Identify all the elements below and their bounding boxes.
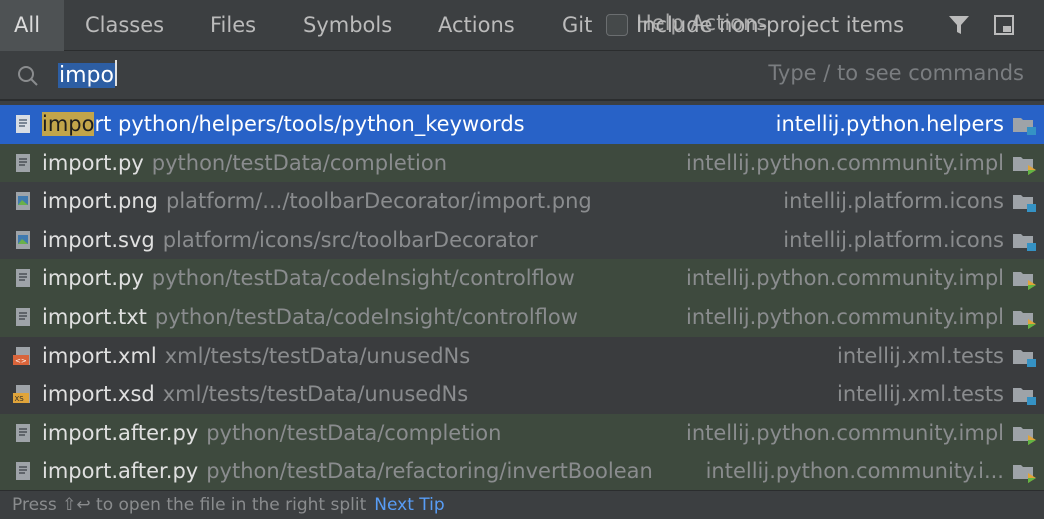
result-path: python/testData/codeInsight/controlflow [154,304,578,329]
test-folder-icon [1013,310,1036,329]
result-module: intellij.python.community.i... [705,459,1004,484]
image-file-icon [16,192,30,211]
result-module: intellij.platform.icons [783,189,1004,214]
tab-label: Files [210,13,257,37]
text-file-icon [16,423,30,442]
result-label: import.py python/testData/completion [42,144,447,182]
tab-files[interactable]: Files [210,0,256,51]
tab-label: Classes [85,13,165,37]
result-row[interactable]: <> import.xml xml/tests/testData/unusedNs i… [0,336,1044,376]
next-tip-link[interactable]: Next Tip [374,495,444,515]
tab-label: Actions [438,13,515,37]
tab-label: Symbols [303,13,393,37]
result-module: intellij.python.community.impl [685,266,1004,291]
result-row[interactable]: import.py python/testData/codeInsight/con… [0,259,1044,298]
module-folder-icon [1013,118,1036,135]
result-path: python/testData/codeInsight/controlflow [151,266,575,291]
result-file-name: import.after.py [42,459,199,484]
module-folder-icon [1013,195,1036,213]
result-file-name: import.txt [42,304,147,329]
result-label: import.xsd xml/tests/testData/unusedNs [42,375,468,413]
result-path: python/testData/completion [151,150,448,175]
result-path: xml/tests/testData/unusedNs [164,343,471,368]
result-row[interactable]: import.png platform/.../toolbarDecorator/… [0,182,1044,221]
xsd-file-icon: XS [13,385,30,404]
module-folder-icon [1013,388,1036,406]
result-file-name: import.xml [42,343,157,368]
result-path: python/testData/refactoring/invertBoolea… [206,459,653,484]
result-path: platform/icons/src/toolbarDecorator [162,227,538,252]
result-module: intellij.xml.tests [837,382,1004,407]
result-label: import.after.py python/testData/completio… [42,414,501,452]
search-hint: Type / to see commands [768,61,1024,85]
result-row[interactable]: XS import.xsd xml/tests/testData/unusedNs i… [0,375,1044,414]
result-row[interactable]: import.after.py python/testData/refactori… [0,452,1044,491]
tab-bar: All Classes Files Symbols Actions Git In… [0,0,1044,51]
result-file-name: import.py [42,266,144,291]
result-module: intellij.xml.tests [837,343,1004,368]
svg-text:<>: <> [15,357,27,365]
result-label: import.svg platform/icons/src/toolbarDeco… [42,221,538,259]
result-label: import.xml xml/tests/testData/unusedNs [42,337,470,375]
tab-all[interactable]: All [0,0,64,51]
svg-text:XS: XS [15,395,25,403]
module-folder-icon [1013,233,1036,251]
result-module: intellij.platform.icons [783,227,1004,252]
text-file-icon [16,307,30,326]
result-path: xml/tests/testData/unusedNs [162,382,469,407]
test-folder-icon [1013,156,1036,175]
result-path: platform/.../toolbarDecorator/import.png [165,189,592,214]
search-selected-text: impo [58,63,115,88]
search-input[interactable]: impo [58,60,117,92]
python-file-icon [16,115,30,133]
result-name-rest: rt python/helpers/tools/python_keywords [94,112,525,136]
result-row[interactable]: import.py python/testData/completion intel… [0,143,1044,183]
text-caret [114,60,117,86]
result-label: import.png platform/.../toolbarDecorator/… [42,182,592,220]
result-row[interactable]: import.txt python/testData/codeInsight/co… [0,297,1044,337]
result-label: import.txt python/testData/codeInsight/co… [42,298,578,336]
result-label: import.py python/testData/codeInsight/con… [42,259,575,297]
result-module: intellij.python.helpers [775,112,1004,136]
result-label: import.after.py python/testData/refactori… [42,452,653,490]
result-module: intellij.python.community.impl [685,150,1004,175]
result-file-name: import.py [42,150,144,175]
result-file-name: import.png [42,189,158,214]
tab-classes[interactable]: Classes [85,0,164,51]
match-highlight: impo [42,112,95,136]
xml-file-icon: <> [13,346,30,365]
search-bar: impo Type / to see commands [0,51,1044,101]
results-list: import python/helpers/tools/python_keywo… [0,105,1044,491]
test-folder-icon [1013,272,1036,291]
search-icon [18,66,38,86]
test-folder-icon [1013,465,1036,484]
tab-git[interactable]: Git [562,0,592,51]
result-file-name: import.svg [42,227,155,252]
tab-label: All [14,13,41,37]
result-module: intellij.python.community.impl [685,304,1004,329]
result-row[interactable]: import.after.py python/testData/completio… [0,413,1044,453]
result-path: python/testData/completion [206,420,502,445]
footer-bar: Press ⇧↩ to open the file in the right s… [0,490,1044,519]
include-non-project-checkbox[interactable] [606,14,628,36]
result-file-name: import.xsd [42,382,155,407]
open-in-window-icon[interactable] [992,13,1016,37]
result-label: import python/helpers/tools/python_keywo… [42,105,525,143]
tab-label: Git [562,13,593,37]
footer-hint: Press ⇧↩ to open the file in the right s… [12,495,367,515]
help-actions-label: Help Actions [636,11,768,35]
result-file-name: import.after.py [42,420,199,445]
tab-actions[interactable]: Actions [438,0,515,51]
test-folder-icon [1013,426,1036,445]
result-row[interactable]: import python/helpers/tools/python_keywo… [0,105,1044,144]
filter-icon[interactable] [947,13,971,37]
text-file-icon [16,269,30,288]
text-file-icon [16,153,30,172]
tab-symbols[interactable]: Symbols [303,0,392,51]
module-folder-icon [1013,349,1036,367]
text-file-icon [16,462,30,481]
result-row[interactable]: import.svg platform/icons/src/toolbarDeco… [0,220,1044,260]
image-file-icon [16,230,30,249]
result-module: intellij.python.community.impl [685,420,1004,445]
